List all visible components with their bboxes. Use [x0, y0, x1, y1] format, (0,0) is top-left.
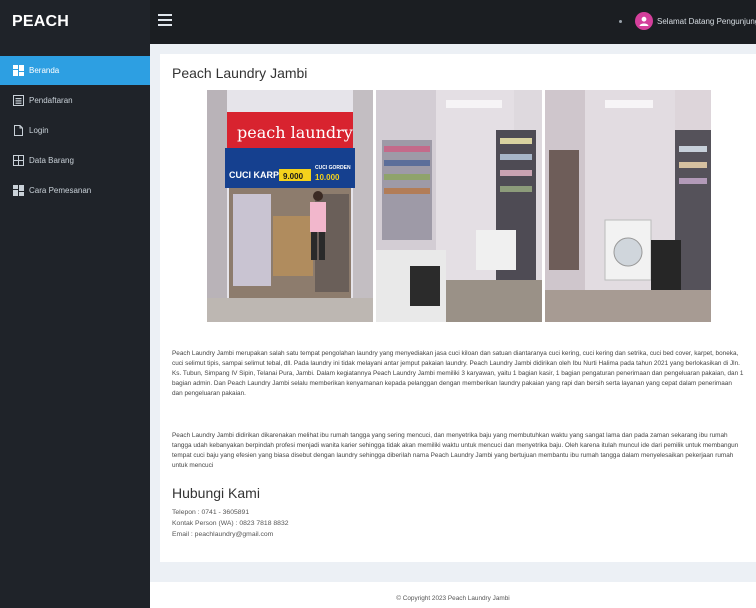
sidebar-item-label: Login [29, 126, 49, 135]
hamburger-menu-icon[interactable] [158, 14, 172, 28]
contact-title: Hubungi Kami [172, 485, 260, 501]
sidebar-item-cara-pemesanan[interactable]: Cara Pemesanan [0, 176, 150, 205]
storefront-photo: peach laundry CUCI KARPET 9.000 CUCI GOR… [207, 90, 373, 322]
interior-photo-2 [545, 90, 711, 322]
shop-sign-text: peach laundry [237, 123, 353, 142]
sidebar-item-beranda[interactable]: Beranda [0, 56, 150, 85]
sidebar-item-label: Data Barang [29, 156, 74, 165]
interior-photo-1 [376, 90, 542, 322]
sidebar-item-label: Pendaftaran [29, 96, 73, 105]
sidebar-item-pendaftaran[interactable]: Pendaftaran [0, 86, 150, 115]
table-icon [13, 155, 24, 166]
page-title: Peach Laundry Jambi [172, 65, 308, 81]
banner-right-text: CUCI GORDEN [315, 165, 351, 171]
footer-copyright: © Copyright 2023 Peach Laundry Jambi [396, 595, 510, 602]
sidebar-item-label: Beranda [29, 66, 60, 75]
dashboard-icon [13, 65, 24, 76]
sidebar-item-data-barang[interactable]: Data Barang [0, 146, 150, 175]
user-avatar-icon[interactable] [635, 12, 653, 30]
price-right-text: 10.000 [315, 173, 340, 182]
about-paragraph-1: Peach Laundry Jambi merupakan salah satu… [172, 350, 744, 397]
form-icon [13, 95, 24, 106]
contact-email: Email : peachlaundry@gmail.com [172, 531, 274, 538]
sidebar-item-login[interactable]: Login [0, 116, 150, 145]
notification-dot-icon [619, 20, 622, 23]
file-icon [13, 125, 24, 136]
sidebar-item-label: Cara Pemesanan [29, 186, 92, 195]
contact-whatsapp: Kontak Person (WA) : 0823 7818 8832 [172, 520, 289, 527]
brand-logo[interactable]: PEACH LAUNDRY [0, 0, 150, 74]
welcome-text[interactable]: Selamat Datang Pengunjung [657, 0, 756, 44]
about-paragraph-2: Peach Laundry Jambi didirikan dikarenaka… [172, 432, 739, 469]
price-left-text: 9.000 [283, 172, 304, 181]
sidebar: Beranda Pendaftaran Login Data Barang Ca… [0, 44, 150, 608]
top-navbar: Selamat Datang Pengunjung [150, 0, 756, 44]
contact-phone: Telepon : 0741 - 3605891 [172, 509, 250, 516]
dashboard-icon [13, 185, 24, 196]
